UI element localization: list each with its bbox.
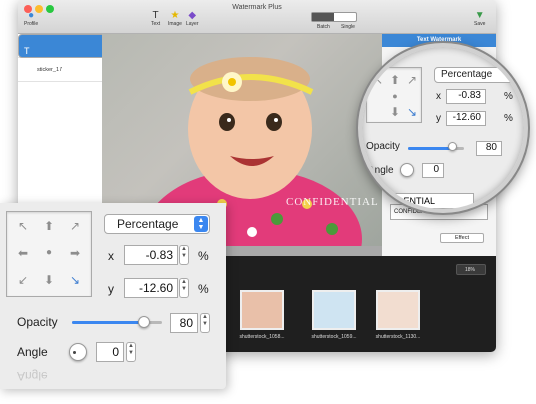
arrow-e-icon[interactable]: ➡ (68, 247, 82, 259)
x-field[interactable]: -0.83 (124, 245, 178, 265)
thumbnail[interactable] (376, 290, 420, 330)
lens-y-field: -12.60 (446, 111, 486, 126)
thumbnail-caption: shutterstock_1058... (239, 334, 285, 340)
list-item-label: CONFIDENTIAL (24, 57, 113, 71)
opacity-stepper[interactable]: ▲ ▼ (200, 313, 210, 333)
arrow-se-icon[interactable]: ↘ (68, 274, 82, 286)
y-unit: % (198, 282, 209, 296)
profile-button[interactable]: ● Profile (24, 10, 38, 27)
lens-angle-field: 0 (422, 163, 444, 178)
lens-unit-select: Percentage (434, 67, 524, 83)
arrow-nw-icon[interactable]: ↖ (16, 220, 30, 232)
lens-x-label: x (436, 91, 441, 102)
batch-single-toggle[interactable] (311, 12, 357, 22)
image-label: Image (168, 21, 182, 27)
y-label: y (108, 282, 114, 296)
zoom-select[interactable]: 18% (456, 264, 486, 275)
image-button[interactable]: ★ Image (168, 10, 182, 27)
lens-angle-dial (400, 163, 414, 177)
thumbnail-caption: shutterstock_1130... (375, 334, 421, 340)
angle-stepper[interactable]: ▲ ▼ (126, 342, 136, 362)
y-field[interactable]: -12.60 (124, 278, 178, 298)
arrow-s-icon: ⬇ (389, 105, 401, 119)
arrow-n-icon: ⬆ (389, 73, 401, 87)
title-bar: Watermark Plus ● Profile T Text ★ Image … (18, 0, 496, 34)
opacity-field[interactable]: 80 (170, 313, 198, 333)
lens-x-field: -0.83 (446, 89, 486, 104)
angle-dial-indicator (73, 351, 76, 354)
layer-label: Layer (186, 21, 199, 27)
thumbnail[interactable] (240, 290, 284, 330)
angle-label-reflection: Angle (17, 369, 48, 383)
arrow-se-icon: ↘ (406, 105, 418, 119)
angle-dial[interactable] (69, 343, 87, 361)
arrow-nw-icon: ↖ (372, 73, 384, 87)
save-button[interactable]: ▼ Save (474, 10, 485, 27)
unit-select-value: Percentage (117, 217, 179, 231)
lens-unit-value: Percentage (441, 69, 493, 80)
text-button[interactable]: T Text (151, 10, 160, 27)
window-title: Watermark Plus (232, 4, 282, 11)
x-label: x (108, 249, 114, 263)
position-settings-panel: ↖ ⬆ ↗ ⬅ ● ➡ ↙ ⬇ ↘ Percentage ▲ ▼ x -0.83 … (0, 203, 226, 389)
arrow-ne-icon: ↗ (406, 73, 418, 87)
arrow-w-icon[interactable]: ⬅ (16, 247, 30, 259)
anchor-grid[interactable]: ↖ ⬆ ↗ ⬅ ● ➡ ↙ ⬇ ↘ (6, 211, 92, 297)
effect-button[interactable]: Effect (440, 233, 484, 243)
arrow-s-icon[interactable]: ⬇ (42, 274, 56, 286)
opacity-slider-knob[interactable] (138, 316, 150, 328)
batch-label: Batch (317, 24, 330, 30)
text-icon: T (24, 46, 30, 56)
thumbnail[interactable] (312, 290, 356, 330)
thumbnail-caption: shutterstock_1059... (311, 334, 357, 340)
arrow-n-icon[interactable]: ⬆ (42, 220, 56, 232)
lens-x-unit: % (504, 91, 513, 102)
lens-opacity-knob (448, 142, 457, 151)
x-stepper[interactable]: ▲ ▼ (179, 245, 189, 265)
save-label: Save (474, 21, 486, 27)
chevron-updown-icon: ▲ ▼ (194, 216, 208, 232)
text-icon: T (152, 10, 159, 21)
x-unit: % (198, 249, 209, 263)
star-icon: ★ (170, 10, 180, 21)
lens-text-field: CONFIDENTIAL (364, 193, 474, 209)
single-segment[interactable] (334, 13, 356, 21)
lens-y-unit: % (504, 113, 513, 124)
arrow-sw-icon[interactable]: ↙ (16, 274, 30, 286)
lens-angle-label: Angle (368, 165, 394, 176)
layer-button[interactable]: ◆ Layer (186, 10, 199, 27)
profile-label: Profile (24, 21, 39, 27)
batch-segment[interactable] (312, 13, 334, 21)
opacity-label: Opacity (17, 315, 58, 329)
lens-anchor-grid: ↖ ⬆ ↗ ● ⬇ ↘ (366, 67, 422, 123)
lens-y-label: y (436, 113, 441, 124)
magnifier-lens: ↖ ⬆ ↗ ● ⬇ ↘ Percentage x -0.83 % y -12.6… (358, 43, 528, 213)
text-label: Text (151, 21, 161, 27)
profile-icon: ● (28, 10, 35, 21)
layer-icon: ◆ (188, 10, 197, 21)
single-label: Single (341, 24, 355, 30)
save-icon: ▼ (474, 10, 485, 21)
angle-field[interactable]: 0 (96, 342, 124, 362)
center-dot-icon[interactable]: ● (42, 247, 56, 259)
arrow-ne-icon[interactable]: ↗ (68, 220, 82, 232)
lens-opacity-field: 80 (476, 141, 502, 156)
lens-opacity-label: Opacity (366, 141, 400, 152)
angle-label: Angle (17, 345, 48, 359)
center-dot-icon: ● (392, 91, 398, 101)
unit-select[interactable]: Percentage ▲ ▼ (104, 214, 210, 234)
y-stepper[interactable]: ▲ ▼ (179, 278, 189, 298)
